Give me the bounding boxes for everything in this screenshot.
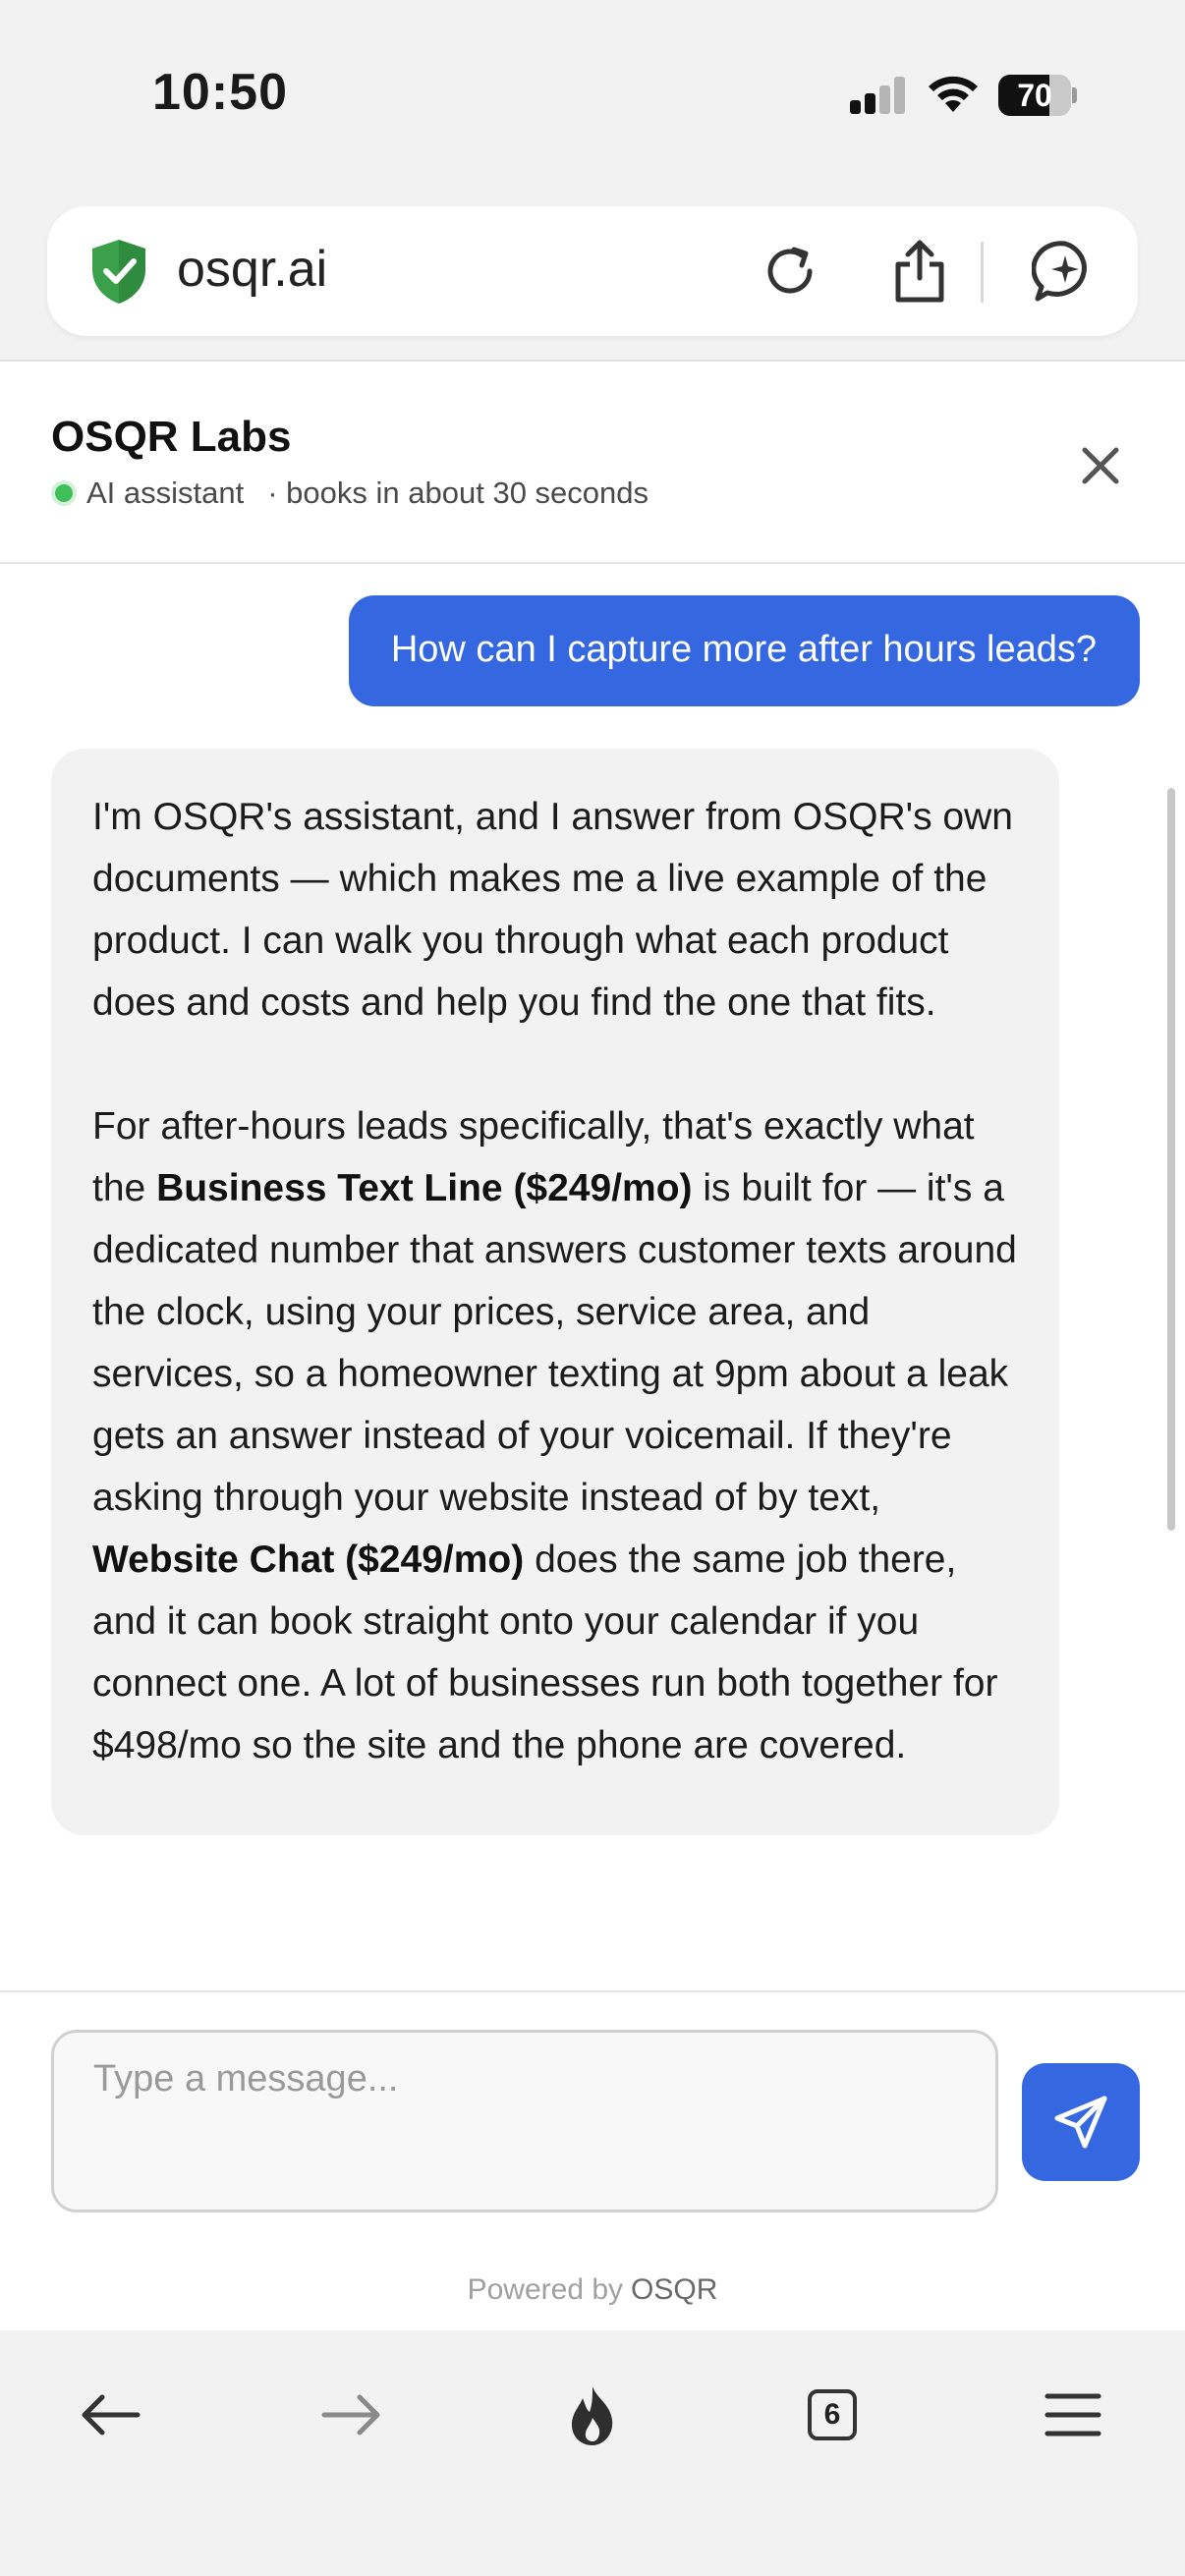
chat-title: OSQR Labs [51,413,292,461]
flame-button[interactable] [543,2366,642,2464]
cellular-signal-icon [850,77,907,114]
composer: Powered byOSQR [0,1990,1185,2332]
product-business-text-line: Business Text Line ($249/mo) [156,1167,693,1209]
booking-note: · books in about 30 seconds [267,476,649,510]
assistant-label: AI assistant [86,476,245,510]
share-button[interactable] [884,236,955,307]
powered-by: Powered by OSQR [467,2273,718,2306]
close-chat-button[interactable] [1071,436,1130,495]
address-bar[interactable]: osqr.ai [47,206,1138,336]
user-message: How can I capture more after hours leads… [348,595,1140,706]
forward-button[interactable] [303,2366,401,2464]
chat-subtitle: AI assistant · books in about 30 seconds [51,476,649,511]
back-button[interactable] [61,2366,159,2464]
send-icon [1054,2096,1107,2149]
product-website-chat: Website Chat ($249/mo) [92,1539,525,1581]
battery-percent: 70 [1017,78,1052,113]
message-list[interactable]: How can I capture more after hours leads… [0,566,1185,1992]
online-status-dot [51,480,77,506]
reload-button[interactable] [755,236,825,307]
chat-widget: OSQR Labs AI assistant · books in about … [0,360,1185,2332]
reload-icon [767,247,813,294]
share-icon [895,240,944,303]
menu-icon [1044,2393,1101,2436]
assistant-message: I'm OSQR's assistant, and I answer from … [51,749,1059,1835]
back-arrow-icon [82,2394,141,2436]
send-button[interactable] [1022,2063,1140,2181]
assistant-paragraph: For after-hours leads specifically, that… [92,1105,1017,1766]
assistant-paragraph: I'm OSQR's assistant, and I answer from … [92,796,1013,1024]
powered-by-brand[interactable]: OSQR [631,2273,717,2306]
url-text[interactable]: osqr.ai [177,240,327,299]
message-scrollbar[interactable] [1167,788,1175,1531]
battery-icon: 70 [998,75,1077,116]
shield-check-icon[interactable] [85,236,153,307]
close-icon [1082,447,1119,484]
browser-toolbar: 6 [0,2330,1185,2576]
flame-icon [571,2386,613,2445]
message-input[interactable] [51,2030,998,2212]
assistant-button[interactable] [1030,236,1100,307]
forward-arrow-icon [321,2394,380,2436]
status-time: 10:50 [152,64,288,121]
menu-button[interactable] [1024,2366,1122,2464]
chat-sparkle-icon [1032,241,1087,302]
status-bar: 10:50 70 [0,0,1185,187]
address-bar-divider [981,242,984,303]
wifi-icon [929,76,978,112]
chat-header: OSQR Labs AI assistant · books in about … [0,362,1185,564]
tabs-icon: 6 [808,2389,857,2440]
tabs-button[interactable]: 6 [783,2366,881,2464]
